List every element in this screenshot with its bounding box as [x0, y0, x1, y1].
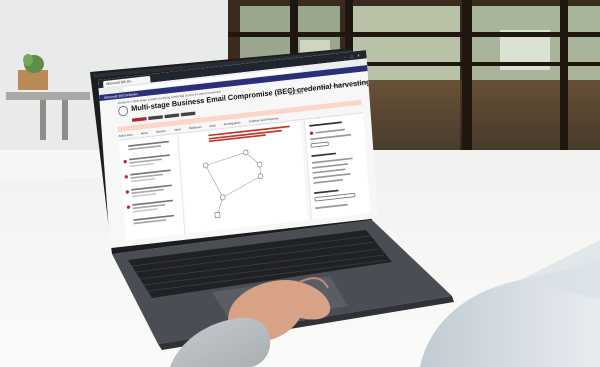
photo-scene: Microsoft 365 De... – ▢ ✕ Microsoft 365 … — [0, 0, 600, 367]
list-item[interactable] — [128, 214, 181, 232]
assign-field[interactable] — [314, 192, 356, 202]
tab-evidence[interactable]: Evidence and Response — [249, 117, 279, 124]
graph-node[interactable] — [203, 162, 209, 169]
graph-node[interactable] — [214, 211, 221, 219]
graph-node[interactable] — [220, 194, 226, 201]
graph-node[interactable] — [243, 149, 249, 156]
tab-devices[interactable]: Devices — [156, 129, 166, 133]
graph-node[interactable] — [257, 173, 264, 180]
incident-graph[interactable] — [179, 121, 308, 234]
alerts-list-panel — [118, 134, 186, 241]
laptop-screen: Microsoft 365 De... – ▢ ✕ Microsoft 365 … — [98, 50, 379, 249]
tab-attack-story[interactable]: Attack story — [118, 133, 133, 138]
list-item[interactable] — [124, 169, 177, 187]
tab-alerts[interactable]: Alerts — [141, 131, 148, 135]
tab-apps[interactable]: Apps — [209, 124, 216, 128]
tab-mailboxes[interactable]: Mailboxes — [189, 125, 202, 130]
graph-node[interactable] — [257, 161, 263, 168]
tab-investigations[interactable]: Investigations — [224, 121, 241, 126]
tab-users[interactable]: Users — [174, 128, 181, 132]
incident-icon — [117, 105, 129, 117]
details-button[interactable] — [310, 141, 329, 148]
incident-details-panel — [304, 113, 371, 220]
incident-graph-panel[interactable] — [178, 120, 308, 234]
